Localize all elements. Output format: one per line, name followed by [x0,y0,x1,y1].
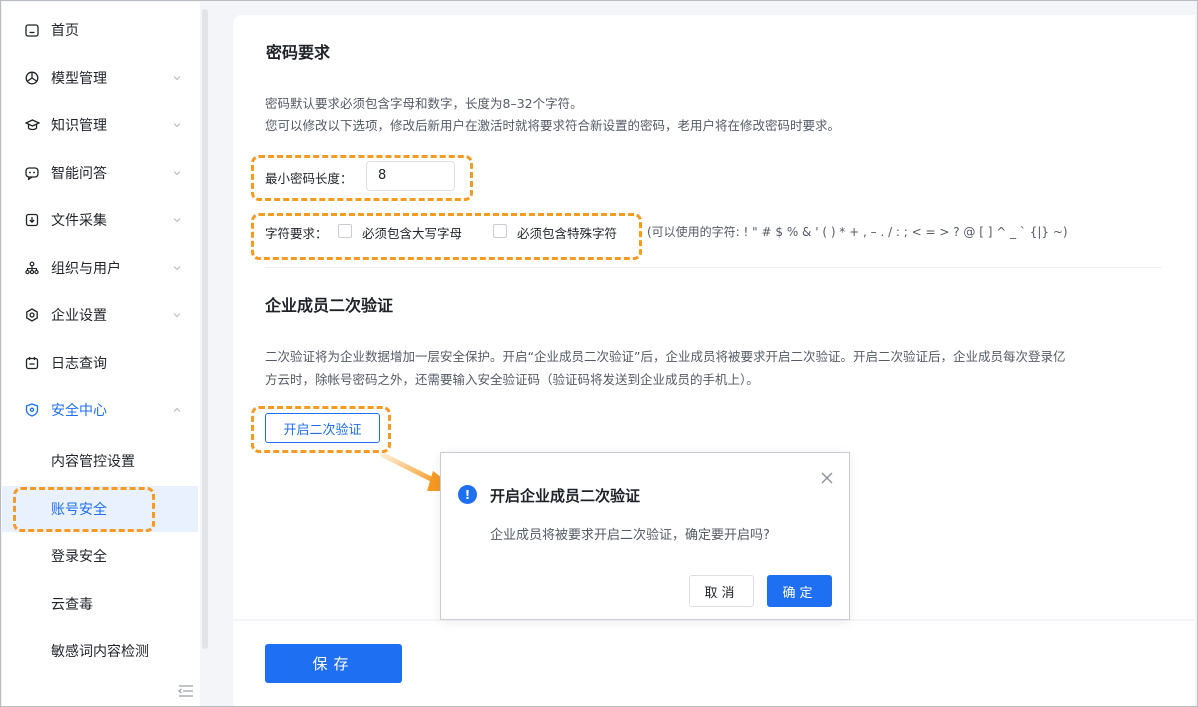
chevron-down-icon [173,171,181,176]
sidebar-subitem-label: 登录安全 [51,549,107,565]
sidebar-item-home[interactable]: 首页 [2,7,198,53]
sidebar-item-label: 首页 [51,23,79,39]
save-button[interactable]: 保存 [265,644,402,683]
sidebar-subitem-label: 内容管控设置 [51,454,135,470]
highlight-min-length [251,155,473,201]
chevron-down-icon [173,123,181,128]
password-section-title: 密码要求 [266,43,331,62]
twofa-desc-line1: 二次验证将为企业数据增加一层安全保护。开启“企业成员二次验证”后，企业成员将被要… [265,349,1066,364]
highlight-account-security [13,487,155,532]
sidebar-item-label: 组织与用户 [51,261,121,277]
dialog-title: 开启企业成员二次验证 [490,487,641,505]
sidebar-item-log-query[interactable]: 日志查询 [2,340,198,386]
sidebar-item-enterprise-settings[interactable]: 企业设置 [2,292,198,338]
sidebar-item-security[interactable]: 安全中心 [2,387,198,433]
chevron-down-icon [173,266,181,271]
app-window: 首页 模型管理 知识管理 智能问答 文件采集 组织与用户 企业设置 日志查询 安… [0,0,1198,707]
dialog-message: 企业成员将被要求开启二次验证，确定要开启吗? [490,528,770,543]
allowed-chars-hint: (可以使用的字符: ! " # $ % & ' ( ) * + , – . / … [647,225,1068,239]
home-icon [24,22,40,38]
sidebar-item-org-users[interactable]: 组织与用户 [2,245,198,291]
confirm-button[interactable]: 确定 [767,575,832,607]
sidebar-item-qa[interactable]: 智能问答 [2,150,198,196]
highlight-char-requirements [251,213,642,260]
cancel-button[interactable]: 取消 [689,575,754,607]
sidebar-subitem-sensitive-words[interactable]: 敏感词内容检测 [2,628,198,674]
sidebar-item-label: 知识管理 [51,118,107,134]
chevron-down-icon [173,218,181,223]
log-icon [24,355,40,371]
sidebar-item-knowledge[interactable]: 知识管理 [2,102,198,148]
shield-icon [24,402,40,418]
chevron-down-icon [173,313,181,318]
sidebar-item-file-collect[interactable]: 文件采集 [2,197,198,243]
password-desc-line2: 您可以修改以下选项，修改后新用户在激活时就将要求符合新设置的密码，老用户将在修改… [265,118,841,133]
sidebar-item-label: 模型管理 [51,71,107,87]
close-icon[interactable] [820,471,834,485]
model-icon [24,70,40,86]
org-icon [24,260,40,276]
sidebar-item-label: 日志查询 [51,356,107,372]
chevron-down-icon [173,76,181,81]
chevron-up-icon [173,407,181,412]
sidebar-item-label: 企业设置 [51,308,107,324]
section-divider [265,267,1162,268]
knowledge-icon [24,117,40,133]
sidebar-item-label: 文件采集 [51,213,107,229]
highlight-enable-button [251,406,391,453]
sidebar-item-label: 安全中心 [51,403,107,419]
collapse-sidebar-icon[interactable] [178,684,194,698]
sidebar-subitem-label: 云查毒 [51,597,93,613]
file-collect-icon [24,212,40,228]
sidebar: 首页 模型管理 知识管理 智能问答 文件采集 组织与用户 企业设置 日志查询 安… [2,2,200,706]
sidebar-subitem-virus-scan[interactable]: 云查毒 [2,581,198,627]
chat-icon [24,165,40,181]
gear-icon [24,307,40,323]
sidebar-subitem-login-security[interactable]: 登录安全 [2,533,198,579]
sidebar-scrollbar[interactable] [202,9,208,649]
info-icon: ! [458,485,477,504]
twofa-desc-line2: 方云时，除帐号密码之外，还需要输入安全验证码（验证码将发送到企业成员的手机上）。 [265,372,759,387]
sidebar-item-model[interactable]: 模型管理 [2,55,198,101]
twofa-section-title: 企业成员二次验证 [265,296,394,315]
sidebar-subitem-content-control[interactable]: 内容管控设置 [2,438,198,484]
sidebar-item-label: 智能问答 [51,166,107,182]
password-desc-line1: 密码默认要求必须包含字母和数字，长度为8–32个字符。 [265,96,583,111]
sidebar-subitem-label: 敏感词内容检测 [51,644,149,660]
